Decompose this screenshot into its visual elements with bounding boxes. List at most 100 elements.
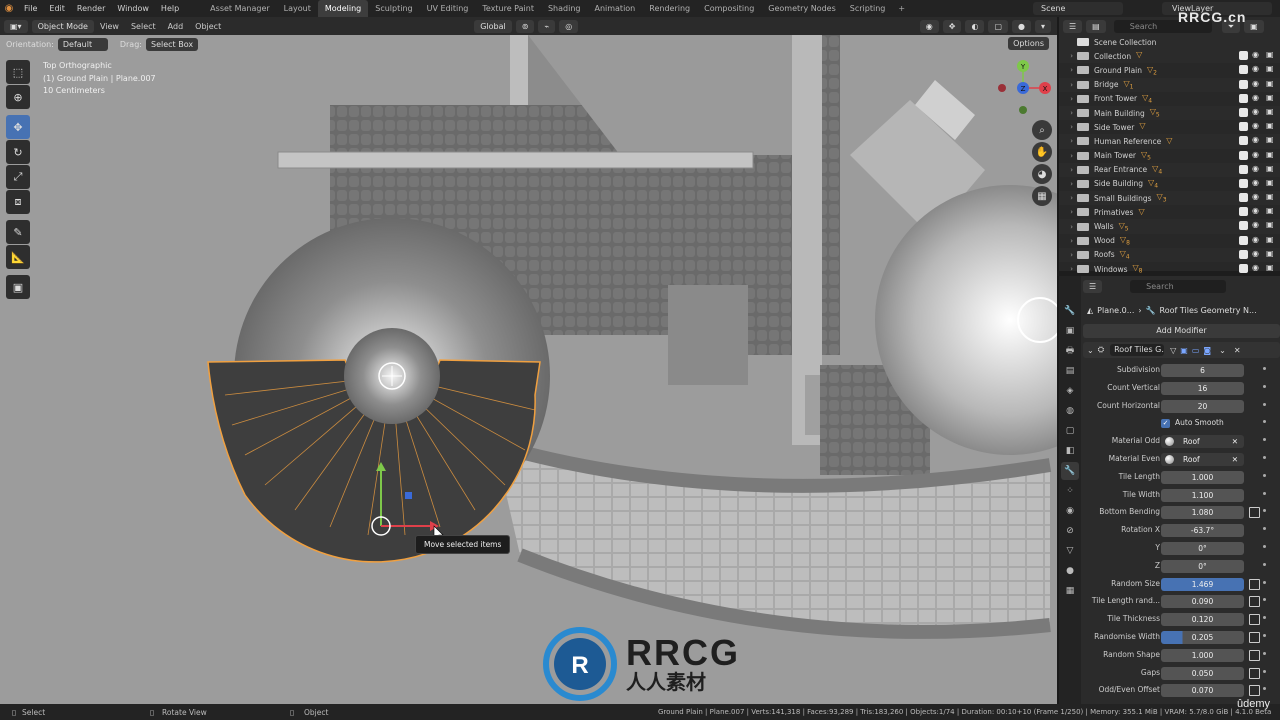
eye-icon[interactable]: ◉ xyxy=(1252,235,1259,244)
modifier-header[interactable]: ⌄ ⛭ Roof Tiles G... ▽ ▣ ▭ ◙ ⌄ ✕ xyxy=(1083,342,1280,358)
transform-tool-icon[interactable]: ⧈ xyxy=(6,190,30,214)
keyframe-dot-icon[interactable] xyxy=(1263,687,1266,691)
scene-tab-icon[interactable]: ◈ xyxy=(1061,382,1079,400)
tab-asset-manager[interactable]: Asset Manager xyxy=(203,0,276,17)
keyframe-dot-icon[interactable] xyxy=(1263,562,1266,566)
rotate-tool-icon[interactable]: ↻ xyxy=(6,140,30,164)
mode-selector[interactable]: Object Mode xyxy=(31,19,94,33)
outliner-item[interactable]: › Front Tower ▽4 ◉ ▣ xyxy=(1059,92,1280,106)
expand-icon[interactable]: › xyxy=(1059,237,1077,245)
object-tab-icon[interactable]: ◧ xyxy=(1061,442,1079,460)
node-socket-icon[interactable] xyxy=(1249,631,1260,643)
keyframe-dot-icon[interactable] xyxy=(1263,402,1266,406)
tab-rendering[interactable]: Rendering xyxy=(642,0,697,17)
property-value-field[interactable]: 1.000 xyxy=(1161,648,1244,662)
keyframe-dot-icon[interactable] xyxy=(1263,651,1266,655)
camera-icon[interactable]: ▣ xyxy=(1266,164,1274,173)
render-tab-icon[interactable]: ▣ xyxy=(1061,322,1079,340)
camera-icon[interactable]: ▣ xyxy=(1266,50,1274,59)
camera-icon[interactable]: ▣ xyxy=(1266,249,1274,258)
property-value-field[interactable]: 16 xyxy=(1161,381,1244,395)
menu-add[interactable]: Add xyxy=(162,22,190,31)
eye-icon[interactable]: ◉ xyxy=(1252,249,1259,258)
orientation-dropdown[interactable]: Default xyxy=(57,37,108,51)
menu-help[interactable]: Help xyxy=(155,0,185,17)
outliner-item[interactable]: › Walls ▽5 ◉ ▣ xyxy=(1059,219,1280,234)
outliner-item[interactable]: › Side Building ▽4 ◉ ▣ xyxy=(1059,177,1280,191)
node-socket-icon[interactable] xyxy=(1249,578,1260,590)
3d-viewport[interactable]: Orientation: Default Drag: Select Box Op… xyxy=(0,35,1057,704)
material-even-field[interactable]: Roof ✕ xyxy=(1161,452,1244,466)
expand-icon[interactable]: › xyxy=(1059,95,1077,103)
eye-icon[interactable]: ◉ xyxy=(1252,107,1259,116)
visibility-icon[interactable]: ◉ xyxy=(919,19,939,33)
expand-icon[interactable]: › xyxy=(1059,109,1077,117)
pan-hand-icon[interactable]: ✋ xyxy=(1032,142,1052,162)
expand-icon[interactable]: › xyxy=(1059,123,1077,131)
camera-icon[interactable]: ▣ xyxy=(1266,150,1274,159)
collapse-chevron-icon[interactable]: ⌄ xyxy=(1087,346,1094,355)
node-socket-icon[interactable] xyxy=(1249,685,1260,697)
zoom-icon[interactable]: ⌕ xyxy=(1032,120,1052,140)
tab-uv-editing[interactable]: UV Editing xyxy=(420,0,476,17)
cursor-tool-icon[interactable]: ⊕ xyxy=(6,85,30,109)
property-value-field[interactable]: 1.100 xyxy=(1161,488,1244,502)
property-value-field[interactable]: 6 xyxy=(1161,364,1244,377)
material-odd-field[interactable]: Roof ✕ xyxy=(1161,435,1244,449)
select-box-tool-icon[interactable]: ⬚ xyxy=(6,60,30,84)
proportional-edit-icon[interactable]: ◎ xyxy=(559,19,579,33)
outliner-item[interactable]: › Bridge ▽1 ◉ ▣ xyxy=(1059,77,1280,92)
output-tab-icon[interactable]: 🖶 xyxy=(1061,342,1079,360)
eye-icon[interactable]: ◉ xyxy=(1252,192,1259,201)
exclude-checkbox[interactable] xyxy=(1239,122,1248,132)
exclude-checkbox[interactable] xyxy=(1239,178,1248,188)
keyframe-dot-icon[interactable] xyxy=(1263,455,1266,459)
menu-file[interactable]: File xyxy=(18,0,43,17)
exclude-checkbox[interactable] xyxy=(1239,235,1248,245)
clear-icon[interactable]: ✕ xyxy=(1232,435,1238,448)
outliner-item[interactable]: › Main Tower ▽5 ◉ ▣ xyxy=(1059,149,1280,163)
keyframe-dot-icon[interactable] xyxy=(1263,616,1266,620)
eye-icon[interactable]: ◉ xyxy=(1252,206,1259,215)
scene-selector[interactable]: Scene xyxy=(1033,2,1123,15)
gizmo-toggle-icon[interactable]: ✥ xyxy=(942,19,962,33)
clear-icon[interactable]: ✕ xyxy=(1232,453,1238,466)
move-tool-icon[interactable]: ✥ xyxy=(6,115,30,139)
keyframe-dot-icon[interactable] xyxy=(1263,420,1266,424)
eye-icon[interactable]: ◉ xyxy=(1252,135,1259,144)
exclude-checkbox[interactable] xyxy=(1239,93,1248,103)
annotate-tool-icon[interactable]: ✎ xyxy=(6,220,30,244)
camera-icon[interactable]: ▣ xyxy=(1266,220,1274,229)
render-toggle-icon[interactable]: ◙ xyxy=(1203,346,1211,355)
keyframe-dot-icon[interactable] xyxy=(1263,544,1266,548)
eye-icon[interactable]: ◉ xyxy=(1252,178,1259,187)
node-socket-icon[interactable] xyxy=(1249,614,1260,626)
viewport-toggle-icon[interactable]: ▭ xyxy=(1192,346,1200,355)
property-value-field[interactable]: 0.050 xyxy=(1161,666,1244,680)
camera-icon[interactable]: ▣ xyxy=(1266,192,1274,201)
camera-view-icon[interactable]: ◕ xyxy=(1032,164,1052,184)
tab-sculpting[interactable]: Sculpting xyxy=(368,0,419,17)
eye-icon[interactable]: ◉ xyxy=(1252,263,1259,272)
texture-tab-icon[interactable]: ▦ xyxy=(1061,582,1079,600)
drag-dropdown[interactable]: Select Box xyxy=(145,37,199,51)
new-collection-icon[interactable]: ▣ xyxy=(1244,19,1264,33)
menu-edit[interactable]: Edit xyxy=(43,0,71,17)
property-value-field[interactable]: 0.120 xyxy=(1161,613,1244,627)
physics-tab-icon[interactable]: ◉ xyxy=(1061,502,1079,520)
property-value-field[interactable]: 0.205 xyxy=(1161,630,1244,644)
material-tab-icon[interactable]: ● xyxy=(1061,562,1079,580)
tab-layout[interactable]: Layout xyxy=(277,0,318,17)
camera-icon[interactable]: ▣ xyxy=(1266,135,1274,144)
outliner-item[interactable]: › Collection ▽ ◉ ▣ xyxy=(1059,49,1280,64)
properties-editor-type-icon[interactable]: ☰ xyxy=(1083,279,1103,293)
display-mode-icon[interactable]: ▤ xyxy=(1086,19,1106,33)
remove-modifier-icon[interactable]: ✕ xyxy=(1234,346,1241,355)
keyframe-dot-icon[interactable] xyxy=(1263,491,1266,495)
property-value-field[interactable]: 20 xyxy=(1161,399,1244,413)
expand-icon[interactable]: › xyxy=(1059,180,1077,188)
expand-icon[interactable]: › xyxy=(1059,194,1077,202)
edit-mode-toggle-icon[interactable]: ▽ xyxy=(1170,346,1176,355)
exclude-checkbox[interactable] xyxy=(1239,65,1248,75)
tab-shading[interactable]: Shading xyxy=(541,0,588,17)
